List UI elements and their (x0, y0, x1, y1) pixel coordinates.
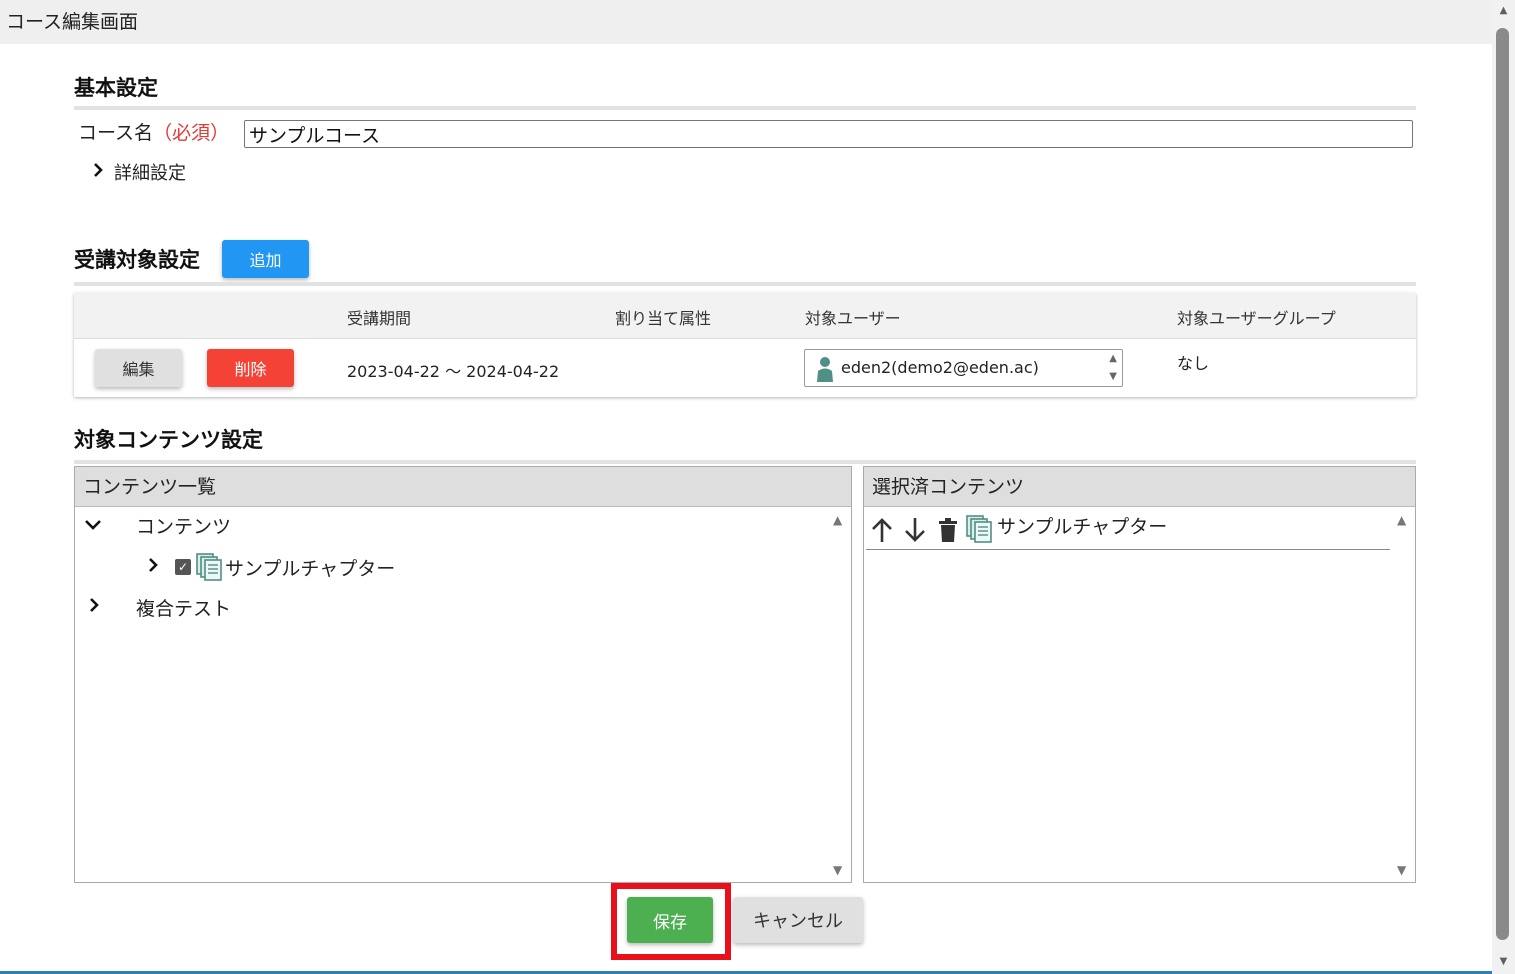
trash-icon[interactable] (937, 516, 959, 544)
arrow-up-icon[interactable] (870, 516, 894, 544)
required-mark: （必須） (153, 122, 230, 144)
selected-content-item[interactable]: サンプルチャプター (997, 512, 1167, 539)
contents-settings-title: 対象コンテンツ設定 (74, 428, 263, 452)
delete-assignment-button[interactable]: 削除 (207, 349, 294, 387)
course-name-input[interactable] (244, 120, 1413, 148)
tree-item-label: サンプルチャプター (225, 557, 396, 580)
document-stack-icon (196, 553, 222, 581)
column-target-group: 対象ユーザーグループ (1177, 309, 1336, 328)
period-cell: 2023-04-22 ～ 2024-04-22 (347, 362, 560, 381)
course-name-label-text: コース名 (78, 122, 154, 144)
tree-item-label: 複合テスト (136, 598, 232, 620)
save-button[interactable]: 保存 (627, 897, 713, 943)
selected-content-header: 選択済コンテンツ (864, 467, 1415, 507)
user-icon (817, 357, 833, 382)
column-attribute: 割り当て属性 (615, 309, 712, 328)
panel-scroll-down-icon[interactable]: ▼ (833, 863, 842, 877)
detail-settings-label: 詳細設定 (114, 163, 186, 184)
chevron-right-icon[interactable] (88, 596, 136, 619)
tree-item-sample-chapter[interactable]: ✓ サンプルチャプター (147, 552, 395, 582)
panel-scroll-down-icon[interactable]: ▼ (1397, 863, 1406, 877)
chevron-right-icon[interactable] (147, 556, 175, 579)
scroll-down-arrow-icon[interactable]: ▼ (1497, 955, 1510, 969)
column-period: 受講期間 (347, 309, 412, 328)
selected-item-divider (866, 549, 1390, 550)
tree-item-contents[interactable]: コンテンツ (84, 512, 231, 539)
basic-settings-divider (74, 106, 1416, 110)
scroll-up-arrow-icon[interactable]: ▲ (1497, 4, 1510, 18)
tree-item-composite-test[interactable]: 複合テスト (88, 594, 231, 621)
target-group-cell: なし (1177, 354, 1210, 373)
chevron-right-icon (92, 162, 114, 183)
target-user-list[interactable]: eden2(demo2@eden.ac) ▲ ▼ (804, 349, 1123, 387)
assign-settings-title: 受講対象設定 (74, 248, 200, 272)
page-scrollbar-thumb[interactable] (1496, 28, 1509, 940)
column-target-user: 対象ユーザー (805, 309, 901, 328)
edit-assignment-button[interactable]: 編集 (95, 349, 182, 387)
basic-settings-title: 基本設定 (74, 76, 158, 100)
window-title: コース編集画面 (0, 0, 1492, 44)
panel-scroll-up-icon[interactable]: ▲ (1397, 513, 1406, 527)
content-checkbox[interactable]: ✓ (175, 559, 191, 575)
arrow-down-icon[interactable] (903, 516, 927, 544)
contents-settings-divider (74, 460, 1416, 464)
list-scroll-up-icon[interactable]: ▲ (1109, 353, 1117, 364)
tree-item-label: コンテンツ (136, 516, 232, 538)
detail-settings-toggle[interactable]: 詳細設定 (92, 159, 186, 185)
add-assignment-button[interactable]: 追加 (222, 240, 309, 278)
chevron-down-icon[interactable] (84, 515, 136, 537)
cancel-button[interactable]: キャンセル (733, 897, 863, 943)
course-name-label: コース名（必須） (78, 118, 229, 145)
document-stack-icon (966, 515, 992, 543)
content-list-header: コンテンツ一覧 (75, 467, 851, 507)
panel-scroll-up-icon[interactable]: ▲ (833, 513, 842, 527)
list-scroll-down-icon[interactable]: ▼ (1109, 371, 1117, 382)
assignment-table-header: 受講期間 割り当て属性 対象ユーザー 対象ユーザーグループ (74, 293, 1416, 339)
target-user-item: eden2(demo2@eden.ac) (841, 358, 1039, 377)
assign-settings-divider (74, 282, 1416, 286)
